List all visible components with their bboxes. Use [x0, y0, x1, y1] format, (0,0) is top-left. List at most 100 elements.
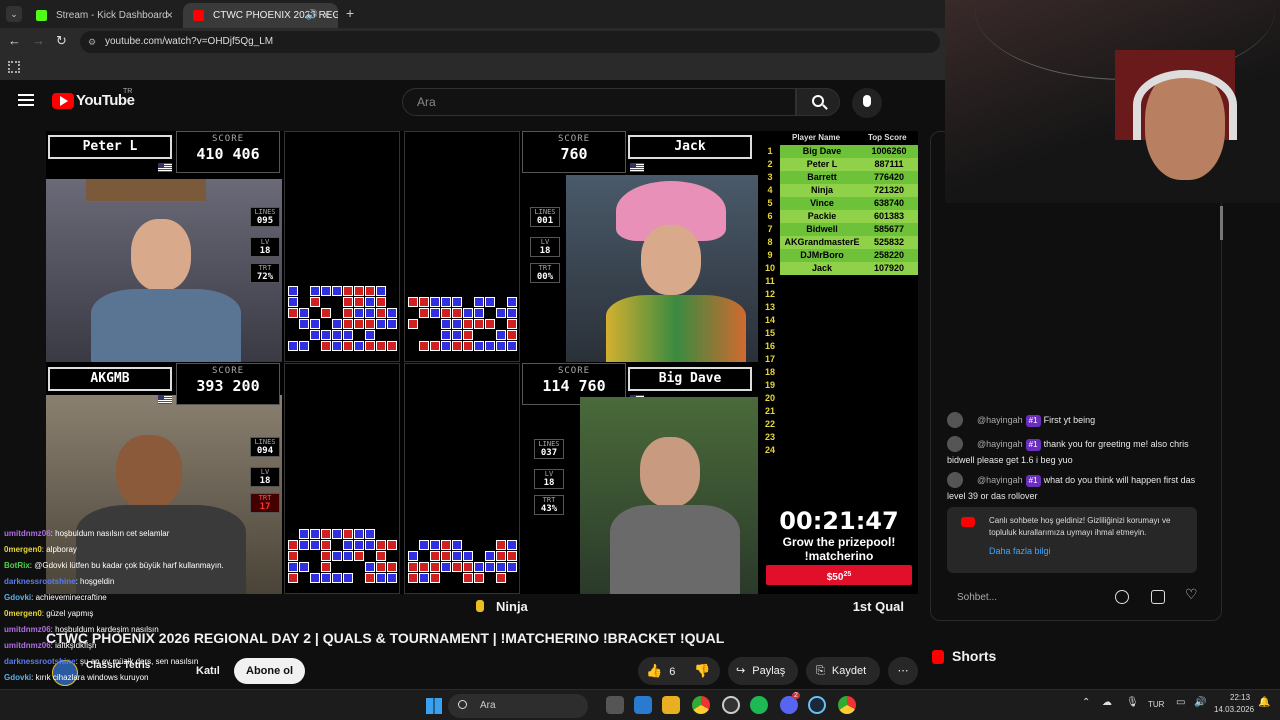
site-info-icon[interactable]: ⚙: [88, 31, 96, 53]
more-info-link[interactable]: Daha fazla bilgi: [989, 545, 1187, 557]
notifications-icon[interactable]: 🔔: [1258, 697, 1270, 708]
leaderboard-rank: 5: [767, 198, 773, 208]
tetris-block: [354, 286, 364, 296]
chat-message: @hayingah #1 thank you for greeting me! al…: [947, 436, 1207, 468]
chat-scrollbar[interactable]: [1220, 206, 1223, 240]
store-icon[interactable]: [634, 696, 652, 714]
tetris-block: [310, 297, 320, 307]
new-tab-button[interactable]: +: [346, 5, 354, 21]
tetris-block: [441, 308, 451, 318]
menu-icon[interactable]: [18, 94, 34, 106]
member-badge: #1: [1025, 475, 1041, 487]
chat-message: @hayingah #1 what do you think will happen…: [947, 472, 1207, 504]
back-button[interactable]: ←: [8, 33, 21, 48]
like-button[interactable]: 👍 6: [646, 657, 675, 686]
tetris-board-peter: [284, 131, 400, 362]
chat-author[interactable]: @hayingah: [977, 475, 1023, 485]
chat-avatar[interactable]: [947, 472, 963, 488]
chat-avatar[interactable]: [947, 436, 963, 452]
leaderboard-score: 1006260: [871, 146, 907, 156]
taskview-icon[interactable]: [606, 696, 624, 714]
tab-label: Stream - Kick Dashboard: [56, 10, 168, 21]
shorts-label[interactable]: Shorts: [952, 648, 996, 664]
leaderboard-row: 10 Jack 107920: [764, 262, 918, 275]
video-player[interactable]: Peter L SCORE 410 406 LINES 095 LV 18 TRT 7…: [46, 131, 918, 594]
save-button[interactable]: ⎘ Kaydet: [806, 657, 880, 685]
tab-youtube-video[interactable]: CTWC PHOENIX 2026 REGIO 🔊 ×: [183, 3, 338, 28]
prize-text: Grow the prizepool!: [782, 535, 896, 549]
audio-playing-icon[interactable]: 🔊: [306, 3, 318, 28]
leaderboard-rank: 22: [764, 419, 775, 429]
tab-kick-dashboard[interactable]: Stream - Kick Dashboard ×: [26, 3, 181, 28]
reload-button[interactable]: ↻: [56, 33, 67, 49]
leaderboard-player: Peter L: [806, 159, 838, 169]
share-button[interactable]: ↪ Paylaş: [728, 657, 798, 685]
kick-favicon-icon: [36, 10, 47, 21]
search-input[interactable]: Ara: [402, 88, 796, 116]
youtube-play-icon: [961, 517, 975, 527]
tetris-block: [354, 319, 364, 329]
chat-author[interactable]: @hayingah: [977, 439, 1023, 449]
apps-grid-icon[interactable]: [8, 61, 20, 73]
tetris-block: [332, 551, 342, 561]
timer-panel: 00:21:47 Grow the prizepool! !matcherino…: [760, 505, 918, 594]
leaderboard-row-empty: 23: [764, 431, 916, 444]
tetris-block: [321, 330, 331, 340]
taskbar-search[interactable]: Ara: [448, 694, 588, 718]
score-box: SCORE 760: [522, 131, 626, 173]
tetris-block: [463, 308, 473, 318]
tetris-block: [343, 330, 353, 340]
tetris-block: [474, 297, 484, 307]
leaderboard-rank: 17: [764, 354, 775, 364]
more-actions-button[interactable]: ⋯: [888, 657, 918, 685]
heart-icon[interactable]: ♡: [1185, 586, 1198, 603]
obs-icon[interactable]: [722, 696, 740, 714]
tray-chevron-icon[interactable]: ⌃: [1082, 697, 1090, 708]
join-button[interactable]: Katıl: [196, 665, 220, 677]
forward-button[interactable]: →: [32, 33, 45, 48]
leaderboard-rank: 6: [767, 211, 773, 221]
chat-author[interactable]: @hayingah: [977, 415, 1023, 425]
emoji-icon[interactable]: [1115, 590, 1129, 604]
steam-icon[interactable]: [808, 696, 826, 714]
explorer-icon[interactable]: [662, 696, 680, 714]
subscribe-button[interactable]: Abone ol: [234, 658, 306, 684]
url-input[interactable]: ⚙ youtube.com/watch?v=OHDjf5Qg_LM: [80, 31, 940, 53]
spotify-icon[interactable]: [750, 696, 768, 714]
clock-date[interactable]: 14.03.2026: [1214, 705, 1254, 714]
cloud-icon[interactable]: ☁: [1102, 697, 1112, 708]
start-icon[interactable]: [426, 698, 442, 714]
network-icon[interactable]: ▭: [1176, 697, 1185, 708]
tetris-block: [365, 529, 375, 539]
mic-tray-icon[interactable]: 🎙: [1126, 697, 1139, 708]
leaderboard-score: 887111: [874, 159, 904, 169]
super-chat-icon[interactable]: [1151, 590, 1165, 604]
volume-icon[interactable]: 🔊: [1194, 697, 1206, 708]
player-cam-bigdave: [580, 397, 758, 594]
chat-input[interactable]: Sohbet...: [947, 587, 1107, 609]
close-tab-icon[interactable]: ×: [323, 3, 330, 28]
clock-time[interactable]: 22:13: [1230, 693, 1250, 702]
chat-avatar[interactable]: [947, 412, 963, 428]
tab-list-button[interactable]: ⌄: [6, 6, 22, 22]
search-button[interactable]: [796, 88, 840, 116]
tetris-block: [343, 297, 353, 307]
tetris-block: [288, 297, 298, 307]
tetris-block: [387, 341, 397, 351]
voice-search-button[interactable]: [852, 88, 882, 118]
player-name: Peter L: [48, 135, 172, 159]
tetris-block: [452, 297, 462, 307]
dislike-button[interactable]: 👎: [694, 657, 710, 686]
chrome-icon[interactable]: [692, 696, 710, 714]
language-indicator[interactable]: TUR: [1148, 700, 1164, 709]
leaderboard-row-empty: 21: [764, 405, 916, 418]
close-tab-icon[interactable]: ×: [166, 3, 173, 28]
search-icon: [458, 700, 467, 709]
leaderboard-row-empty: 15: [764, 327, 916, 340]
overlay-chat-line: umitdnmz06: hoşbuldum nasılsın cet selam…: [4, 528, 169, 539]
tetris-block: [376, 573, 386, 583]
chrome-active-icon[interactable]: [838, 696, 856, 714]
player-name: Big Dave: [628, 367, 752, 391]
more-icon: ⋯: [897, 665, 909, 677]
leaderboard-row-empty: 14: [764, 314, 916, 327]
